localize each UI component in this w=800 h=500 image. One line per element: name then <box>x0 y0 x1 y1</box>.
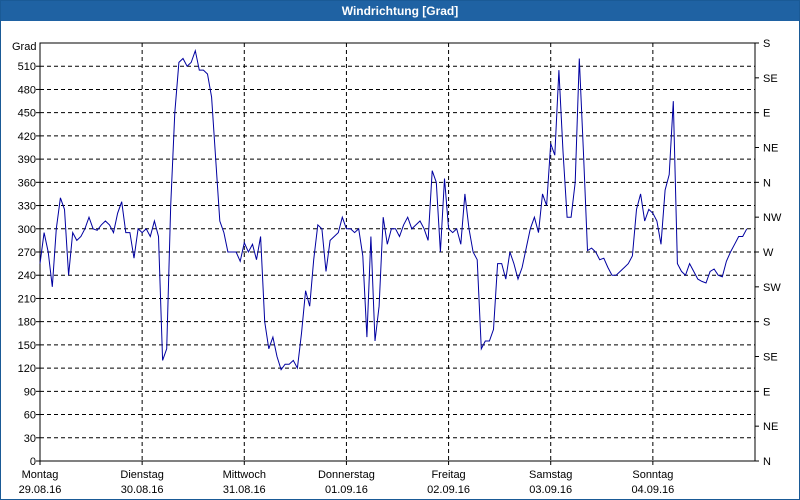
grid-lines <box>40 43 755 461</box>
y-tick-label: 420 <box>18 131 36 143</box>
y-tick-label: 240 <box>18 270 36 282</box>
y-tick-label: 210 <box>18 293 36 305</box>
right-tick-label: S <box>763 38 770 50</box>
right-axis-ticks: N NE E SE S SW W NW N NE E SE S <box>755 38 782 468</box>
y-tick-label: 330 <box>18 201 36 213</box>
x-tick-date: 30.08.16 <box>121 484 164 496</box>
x-tick-day: Samstag <box>529 469 572 481</box>
y-tick-label: 120 <box>18 363 36 375</box>
y-tick-label: 30 <box>24 433 36 445</box>
y-tick-label: 360 <box>18 177 36 189</box>
y-axis-ticks: 0 30 60 90 120 150 180 210 240 270 300 330 360 390 420… <box>18 61 40 468</box>
y-axis-label: Grad <box>12 41 36 53</box>
x-tick-day: Dienstag <box>120 469 163 481</box>
right-tick-label: N <box>763 177 771 189</box>
x-tick-day: Mittwoch <box>223 469 266 481</box>
x-tick-date: 31.08.16 <box>223 484 266 496</box>
y-tick-label: 510 <box>18 61 36 73</box>
y-tick-label: 60 <box>24 410 36 422</box>
right-tick-label: N <box>763 456 771 468</box>
x-axis-ticks: Montag 29.08.16 Dienstag 30.08.16 Mittwoch 31… <box>19 461 674 496</box>
x-tick-day: Montag <box>22 469 59 481</box>
y-tick-label: 0 <box>30 456 36 468</box>
right-tick-label: NW <box>763 212 782 224</box>
y-tick-label: 90 <box>24 386 36 398</box>
x-tick-day: Donnerstag <box>318 469 375 481</box>
x-tick-day: Freitag <box>431 469 465 481</box>
y-tick-label: 390 <box>18 154 36 166</box>
right-tick-label: SW <box>763 282 781 294</box>
y-tick-label: 450 <box>18 108 36 120</box>
y-tick-label: 270 <box>18 247 36 259</box>
right-tick-label: NE <box>763 143 778 155</box>
y-tick-label: 180 <box>18 317 36 329</box>
x-tick-date: 04.09.16 <box>631 484 674 496</box>
x-tick-date: 29.08.16 <box>19 484 62 496</box>
right-tick-label: SE <box>763 352 778 364</box>
wind-direction-chart: Grad 0 30 60 90 120 150 180 210 240 270 300 330 360 3… <box>12 38 782 496</box>
x-tick-day: Sonntag <box>632 469 673 481</box>
x-tick-date: 02.09.16 <box>427 484 470 496</box>
right-tick-label: E <box>763 108 770 120</box>
right-tick-label: W <box>763 247 774 259</box>
x-tick-date: 03.09.16 <box>529 484 572 496</box>
y-tick-label: 480 <box>18 84 36 96</box>
right-tick-label: SE <box>763 73 778 85</box>
right-tick-label: E <box>763 386 770 398</box>
x-tick-date: 01.09.16 <box>325 484 368 496</box>
y-tick-label: 300 <box>18 224 36 236</box>
right-tick-label: NE <box>763 421 778 433</box>
y-tick-label: 150 <box>18 340 36 352</box>
right-tick-label: S <box>763 317 770 329</box>
